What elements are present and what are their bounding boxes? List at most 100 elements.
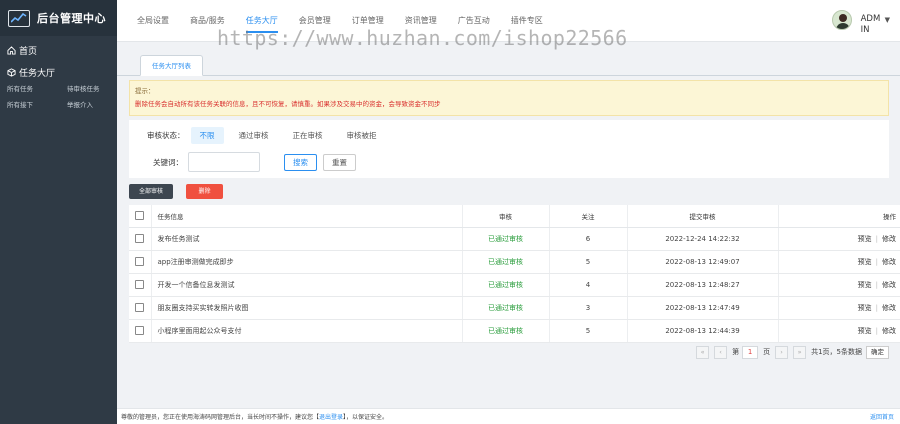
edit-link[interactable]: 修改 xyxy=(882,304,896,312)
row-operations: 预览 | 修改 xyxy=(778,296,900,320)
task-count: 3 xyxy=(549,296,628,320)
status-option-pending[interactable]: 正在审核 xyxy=(284,127,332,144)
task-time: 2022-08-13 12:48:27 xyxy=(627,273,779,297)
row-checkbox[interactable] xyxy=(135,326,145,335)
task-count: 4 xyxy=(549,273,628,297)
task-table: 任务信息 审核 关注 提交审核 操作 发布任务测试 已通过审核 6 2022-1… xyxy=(129,205,900,359)
table-row: app注册审测做完成即步 已通过审核 5 2022-08-13 12:49:07… xyxy=(129,250,900,274)
status-label: 审核状态： xyxy=(147,131,185,140)
row-checkbox[interactable] xyxy=(135,280,145,289)
user-menu[interactable]: ADMIN ▼ xyxy=(831,10,890,36)
task-time: 2022-08-13 12:47:49 xyxy=(627,296,779,320)
row-checkbox-cell xyxy=(129,250,152,274)
edit-link[interactable]: 修改 xyxy=(882,281,896,289)
footer-text-before: 尊敬的管理员，您正在使用海涛码网管理后台，当长时间不操作，建议您【 xyxy=(121,414,320,421)
table-row: 开发一个信备位息发测试 已通过审核 4 2022-08-13 12:48:27 … xyxy=(129,273,900,297)
preview-link[interactable]: 预览 xyxy=(858,235,872,243)
notice-box: 提示： 删除任务会自动所有该任务关联的信息，且不可恢复，请慎重。如果涉及交易中的… xyxy=(129,80,889,116)
pagination: « ‹ 第 1 页 › » 共1页，5条数据 确定 xyxy=(691,340,900,364)
page-suffix: 页 xyxy=(763,348,771,356)
cube-icon xyxy=(7,68,16,77)
delete-button[interactable]: 删除 xyxy=(186,184,224,199)
footer-message: 尊敬的管理员，您正在使用海涛码网管理后台，当长时间不操作，建议您【退出登录】，以… xyxy=(121,412,388,421)
notice-text: 删除任务会自动所有该任务关联的信息，且不可恢复，请慎重。如果涉及交易中的资金，会… xyxy=(135,100,441,108)
status-option-approved[interactable]: 通过审核 xyxy=(230,127,278,144)
table-header: 任务信息 审核 关注 提交审核 操作 xyxy=(129,205,900,228)
page-number-input[interactable]: 1 xyxy=(742,345,759,359)
task-title: app注册审测做完成即步 xyxy=(151,250,463,274)
sidebar-group-task-hall[interactable]: 任务大厅 xyxy=(0,63,117,82)
task-title: 小程序里面用起公众号支付 xyxy=(151,319,463,343)
sidebar-group-label: 任务大厅 xyxy=(19,69,56,79)
task-title: 开发一个信备位息发测试 xyxy=(151,273,463,297)
sidebar-item-all-accepted[interactable]: 所有接下 xyxy=(7,99,67,109)
next-page-button[interactable]: › xyxy=(775,345,789,359)
task-status: 已通过审核 xyxy=(462,296,550,320)
batch-approve-button[interactable]: 全部审核 xyxy=(129,184,174,199)
col-follow: 关注 xyxy=(549,205,628,228)
sidebar-subitems: 所有任务 待审核任务 所有接下 举报介入 xyxy=(0,83,117,109)
keyword-input[interactable] xyxy=(188,152,260,172)
caret-down-icon[interactable]: ▼ xyxy=(885,16,890,24)
tab-task-hall-list[interactable]: 任务大厅列表 xyxy=(140,55,203,76)
nav-global-settings[interactable]: 全局设置 xyxy=(137,15,169,33)
sidebar-item-home[interactable]: 首页 xyxy=(0,40,117,60)
row-checkbox[interactable] xyxy=(135,257,145,266)
edit-link[interactable]: 修改 xyxy=(882,235,896,243)
sidebar-item-all-tasks[interactable]: 所有任务 xyxy=(7,83,67,93)
sidebar: 后台管理中心 首页 任务大厅 所有任务 待审核任务 所有接下 举报介入 xyxy=(0,0,117,424)
search-button[interactable]: 搜索 xyxy=(284,153,317,171)
preview-link[interactable]: 预览 xyxy=(858,258,872,266)
sidebar-item-pending-tasks[interactable]: 待审核任务 xyxy=(67,83,122,93)
table-row: 朋友圈支持买实转发照片收图 已通过审核 3 2022-08-13 12:47:4… xyxy=(129,296,900,320)
col-task-info: 任务信息 xyxy=(151,205,463,228)
table-row: 发布任务测试 已通过审核 6 2022-12-24 14:22:32 预览 | 修改 xyxy=(129,227,900,251)
task-time: 2022-08-13 12:44:39 xyxy=(627,319,779,343)
dashboard-logo-icon xyxy=(8,9,30,27)
edit-link[interactable]: 修改 xyxy=(882,327,896,335)
page-prefix: 第 xyxy=(732,348,740,356)
task-title: 朋友圈支持买实转发照片收图 xyxy=(151,296,463,320)
table-row: 小程序里面用起公众号支付 已通过审核 5 2022-08-13 12:44:39… xyxy=(129,319,900,343)
task-title: 发布任务测试 xyxy=(151,227,463,251)
preview-link[interactable]: 预览 xyxy=(858,281,872,289)
row-checkbox-cell xyxy=(129,319,152,343)
keyword-filter: 关键词： 搜索 重置 xyxy=(153,152,356,172)
row-checkbox[interactable] xyxy=(135,303,145,312)
username: ADMIN xyxy=(860,14,881,35)
page-summary: 共1页，5条数据 xyxy=(811,348,862,356)
edit-link[interactable]: 修改 xyxy=(882,258,896,266)
preview-link[interactable]: 预览 xyxy=(858,304,872,312)
brand-title: 后台管理中心 xyxy=(37,12,106,25)
row-operations: 预览 | 修改 xyxy=(778,319,900,343)
status-option-all[interactable]: 不限 xyxy=(190,127,224,144)
col-operation: 操作 xyxy=(778,205,900,228)
main-content: 任务大厅列表 提示： 删除任务会自动所有该任务关联的信息，且不可恢复，请慎重。如… xyxy=(117,42,900,410)
row-checkbox-cell xyxy=(129,273,152,297)
row-operations: 预览 | 修改 xyxy=(778,273,900,297)
status-filter: 审核状态： 不限 通过审核 正在审核 审核被拒 xyxy=(147,127,392,144)
task-status: 已通过审核 xyxy=(462,273,550,297)
task-time: 2022-12-24 14:22:32 xyxy=(627,227,779,251)
row-operations: 预览 | 修改 xyxy=(778,250,900,274)
footer-text-after: 】，以保证安全。 xyxy=(343,414,389,421)
preview-link[interactable]: 预览 xyxy=(858,327,872,335)
footer: 尊敬的管理员，您正在使用海涛码网管理后台，当长时间不操作，建议您【退出登录】，以… xyxy=(117,408,900,424)
avatar[interactable] xyxy=(831,10,852,30)
task-status: 已通过审核 xyxy=(462,250,550,274)
back-home-link[interactable]: 返回首页 xyxy=(870,412,894,421)
last-page-button[interactable]: » xyxy=(793,345,807,359)
home-icon xyxy=(7,45,16,55)
sidebar-item-report[interactable]: 举报介入 xyxy=(67,99,122,109)
reset-button[interactable]: 重置 xyxy=(323,153,356,171)
status-option-rejected[interactable]: 审核被拒 xyxy=(338,127,386,144)
prev-page-button[interactable]: ‹ xyxy=(714,345,728,359)
row-checkbox[interactable] xyxy=(135,234,145,243)
select-all-checkbox[interactable] xyxy=(135,211,145,221)
notice-title: 提示： xyxy=(135,87,155,95)
brand[interactable]: 后台管理中心 xyxy=(0,0,117,36)
go-page-button[interactable]: 确定 xyxy=(866,345,889,359)
logout-link[interactable]: 退出登录 xyxy=(319,414,343,421)
first-page-button[interactable]: « xyxy=(696,345,710,359)
sidebar-item-home-label: 首页 xyxy=(19,46,38,57)
